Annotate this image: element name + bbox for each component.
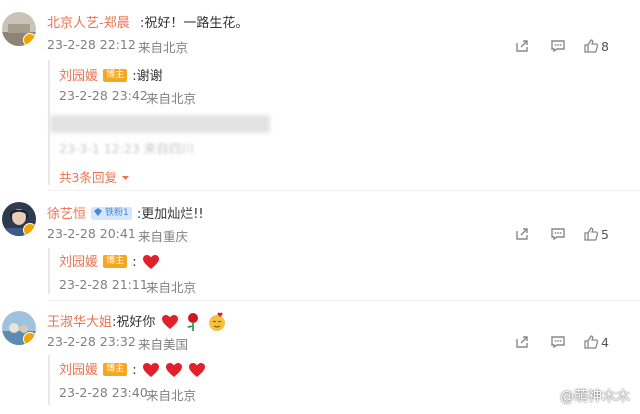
- reply-text: :: [132, 363, 137, 378]
- comment-icon: [551, 228, 565, 241]
- avatar[interactable]: [2, 311, 36, 345]
- blogger-tag: 博主: [103, 363, 128, 376]
- avatar[interactable]: [2, 202, 36, 236]
- watermark: @萌神木木: [560, 389, 630, 405]
- chevron-down-icon: [121, 176, 129, 180]
- reply-location: 来自北京: [146, 388, 197, 403]
- share-button[interactable]: [504, 37, 540, 55]
- share-button[interactable]: [504, 225, 540, 243]
- comment-author[interactable]: 王淑华大姐: [47, 315, 112, 330]
- reply-location: 来自北京: [146, 280, 197, 295]
- reply-author[interactable]: 刘园媛: [59, 69, 98, 84]
- share-icon: [516, 336, 528, 348]
- like-button[interactable]: 5: [576, 225, 616, 243]
- reply-time: 23-2-28 23:42: [59, 88, 148, 103]
- comment-icon: [551, 40, 565, 53]
- verified-badge-icon: [23, 223, 36, 236]
- comment-location: 来自重庆: [138, 229, 189, 244]
- heart-emoji: [165, 362, 182, 377]
- reply-list: 刘园媛 博主 : 23-2-28 23:40 来自北京: [48, 355, 640, 405]
- blogger-tag: 博主: [103, 255, 128, 268]
- share-icon: [516, 40, 528, 52]
- comment-location: 来自北京: [138, 40, 189, 55]
- comment-author[interactable]: 徐艺恒: [47, 207, 86, 222]
- like-button[interactable]: 8: [576, 37, 616, 55]
- fan-tag-label: 铁粉1: [104, 208, 129, 218]
- verified-badge-icon: [23, 332, 36, 345]
- like-icon: [584, 227, 599, 241]
- reply-time: 23-2-28 21:11: [59, 277, 148, 292]
- verified-badge-icon: [23, 33, 36, 46]
- like-count: 5: [601, 226, 609, 242]
- comment-text: :祝好你: [112, 315, 156, 330]
- comment-button[interactable]: [540, 225, 576, 243]
- share-icon: [516, 228, 528, 240]
- blurred-reply-meta: 23-3-1 12:23 来自四川: [59, 141, 194, 156]
- reply-list: 刘园媛 博主 : 23-2-28 21:11 来自北京: [48, 248, 640, 295]
- like-button[interactable]: 4: [576, 333, 616, 351]
- reply-text: :: [132, 255, 137, 270]
- reply-author[interactable]: 刘园媛: [59, 363, 98, 378]
- diamond-icon: [94, 208, 103, 216]
- like-count: 4: [601, 334, 609, 350]
- avatar[interactable]: [2, 12, 36, 46]
- reply-author[interactable]: 刘园媛: [59, 255, 98, 270]
- rose-emoji: [186, 312, 198, 331]
- divider: [48, 190, 640, 191]
- reply-time: 23-2-28 23:40: [59, 385, 148, 400]
- share-button[interactable]: [504, 333, 540, 351]
- more-replies-link[interactable]: 共3条回复: [59, 167, 130, 186]
- heart-emoji: [188, 362, 205, 377]
- comment-time: 23-2-28 20:41: [47, 226, 136, 241]
- fan-tag: 铁粉1: [91, 207, 132, 220]
- heart-emoji: [142, 254, 159, 269]
- divider: [48, 300, 640, 301]
- like-count: 8: [601, 38, 609, 54]
- comment-text: :祝好！一路生花。: [140, 16, 249, 31]
- reply-text: :谢谢: [132, 69, 163, 84]
- comment-time: 23-2-28 22:12: [47, 37, 136, 52]
- more-replies-label: 共3条回复: [59, 170, 117, 185]
- like-icon: [584, 335, 599, 349]
- comment-button[interactable]: [540, 333, 576, 351]
- heart-emoji: [161, 314, 178, 329]
- like-icon: [584, 39, 599, 53]
- hug-emoji: [208, 312, 225, 331]
- reply-location: 来自北京: [146, 91, 197, 106]
- blogger-tag: 博主: [103, 69, 128, 82]
- comment-time: 23-2-28 23:32: [47, 334, 136, 349]
- comment-button[interactable]: [540, 37, 576, 55]
- comment-icon: [551, 336, 565, 349]
- reply-list: 刘园媛 博主 :谢谢 23-2-28 23:42 来自北京 23-3-1 12:…: [48, 60, 640, 185]
- blurred-reply: [50, 115, 270, 133]
- comment-text: :更加灿烂!!: [136, 207, 204, 222]
- comment-location: 来自美国: [138, 337, 189, 352]
- comment-author[interactable]: 北京人艺-郑晨: [47, 12, 130, 31]
- heart-emoji: [142, 362, 159, 377]
